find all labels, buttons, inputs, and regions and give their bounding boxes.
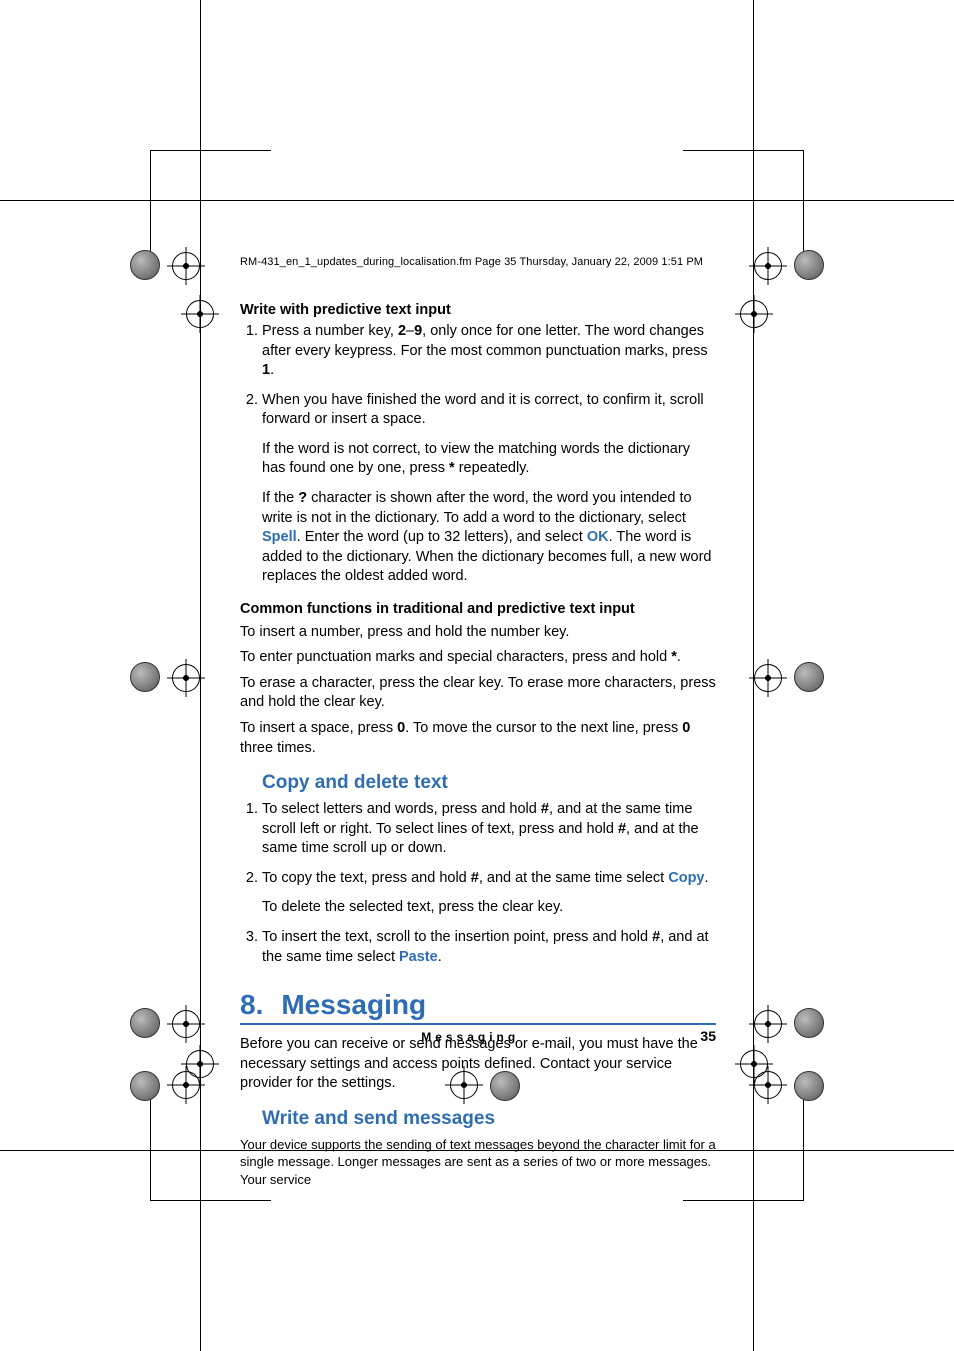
sub-paragraph: To delete the selected text, press the c… <box>262 898 716 918</box>
text: When you have finished the word and it i… <box>262 392 704 428</box>
registration-mark-icon <box>186 300 214 328</box>
crop-corner-tl <box>150 150 271 271</box>
text: three times. <box>240 740 316 756</box>
page-content: RM-431_en_1_updates_during_localisation.… <box>240 256 716 1192</box>
key-9: 9 <box>414 323 422 339</box>
page-footer: Messaging 35 <box>240 1028 716 1044</box>
text: – <box>406 323 414 339</box>
text: To insert a space, press <box>240 720 397 736</box>
printer-disc-icon <box>130 1008 160 1038</box>
text: . <box>438 949 442 965</box>
softkey-spell: Spell <box>262 529 297 545</box>
note-paragraph: Your device supports the sending of text… <box>240 1136 716 1189</box>
printer-disc-icon <box>130 662 160 692</box>
predictive-steps: Press a number key, 2–9, only once for o… <box>240 322 716 587</box>
text: To enter punctuation marks and special c… <box>240 649 671 665</box>
text: To copy the text, press and hold <box>262 870 471 886</box>
text: . <box>270 362 274 378</box>
printer-disc-icon <box>130 1071 160 1101</box>
text: repeatedly. <box>455 460 530 476</box>
text: . Enter the word (up to 32 letters), and… <box>297 529 587 545</box>
printer-disc-icon <box>794 662 824 692</box>
heading-common-functions: Common functions in traditional and pred… <box>240 601 716 617</box>
page-number: 35 <box>700 1028 716 1044</box>
softkey-ok: OK <box>587 529 609 545</box>
key-hash: # <box>471 870 479 886</box>
text: To select letters and words, press and h… <box>262 801 541 817</box>
sub-paragraph: If the word is not correct, to view the … <box>262 440 716 479</box>
registration-mark-icon <box>172 252 200 280</box>
paragraph: To insert a number, press and hold the n… <box>240 623 716 643</box>
copy-delete-steps: To select letters and words, press and h… <box>240 800 716 967</box>
registration-mark-icon <box>754 252 782 280</box>
chapter-number: 8. <box>240 989 263 1021</box>
list-item: To copy the text, press and hold #, and … <box>262 869 716 918</box>
key-0: 0 <box>682 720 690 736</box>
paragraph: To insert a space, press 0. To move the … <box>240 719 716 758</box>
registration-mark-icon <box>754 664 782 692</box>
text: . <box>705 870 709 886</box>
printer-disc-icon <box>794 1071 824 1101</box>
text: If the <box>262 490 298 506</box>
chapter-heading: 8. Messaging <box>240 989 716 1025</box>
key-hash: # <box>652 929 660 945</box>
list-item: To insert the text, scroll to the insert… <box>262 928 716 967</box>
text: character is shown after the word, the w… <box>262 490 692 526</box>
printer-disc-icon <box>130 250 160 280</box>
paragraph: To enter punctuation marks and special c… <box>240 648 716 668</box>
printer-disc-icon <box>794 250 824 280</box>
key-hash: # <box>618 821 626 837</box>
question-char: ? <box>298 490 307 506</box>
crop-line-top <box>0 200 954 201</box>
chapter-title: Messaging <box>281 989 426 1021</box>
text: Press a number key, <box>262 323 398 339</box>
running-header: RM-431_en_1_updates_during_localisation.… <box>240 256 716 268</box>
sub-paragraph: If the ? character is shown after the wo… <box>262 489 716 587</box>
printer-disc-icon <box>794 1008 824 1038</box>
list-item: To select letters and words, press and h… <box>262 800 716 859</box>
registration-mark-icon <box>754 1071 782 1099</box>
text: . To move the cursor to the next line, p… <box>405 720 682 736</box>
registration-mark-icon <box>172 664 200 692</box>
registration-mark-icon <box>740 300 768 328</box>
paragraph: To erase a character, press the clear ke… <box>240 674 716 713</box>
footer-section-label: Messaging <box>240 1030 700 1044</box>
key-2: 2 <box>398 323 406 339</box>
text: , and at the same time select <box>479 870 668 886</box>
registration-mark-icon <box>172 1071 200 1099</box>
key-hash: # <box>541 801 549 817</box>
text: . <box>677 649 681 665</box>
heading-write-send: Write and send messages <box>262 1108 716 1130</box>
registration-mark-icon <box>172 1010 200 1038</box>
key-1: 1 <box>262 362 270 378</box>
list-item: When you have finished the word and it i… <box>262 391 716 587</box>
heading-predictive: Write with predictive text input <box>240 302 716 318</box>
list-item: Press a number key, 2–9, only once for o… <box>262 322 716 381</box>
softkey-copy: Copy <box>668 870 704 886</box>
text: To insert the text, scroll to the insert… <box>262 929 652 945</box>
heading-copy-delete: Copy and delete text <box>262 772 716 794</box>
crop-corner-tr <box>683 150 804 271</box>
registration-mark-icon <box>754 1010 782 1038</box>
softkey-paste: Paste <box>399 949 438 965</box>
